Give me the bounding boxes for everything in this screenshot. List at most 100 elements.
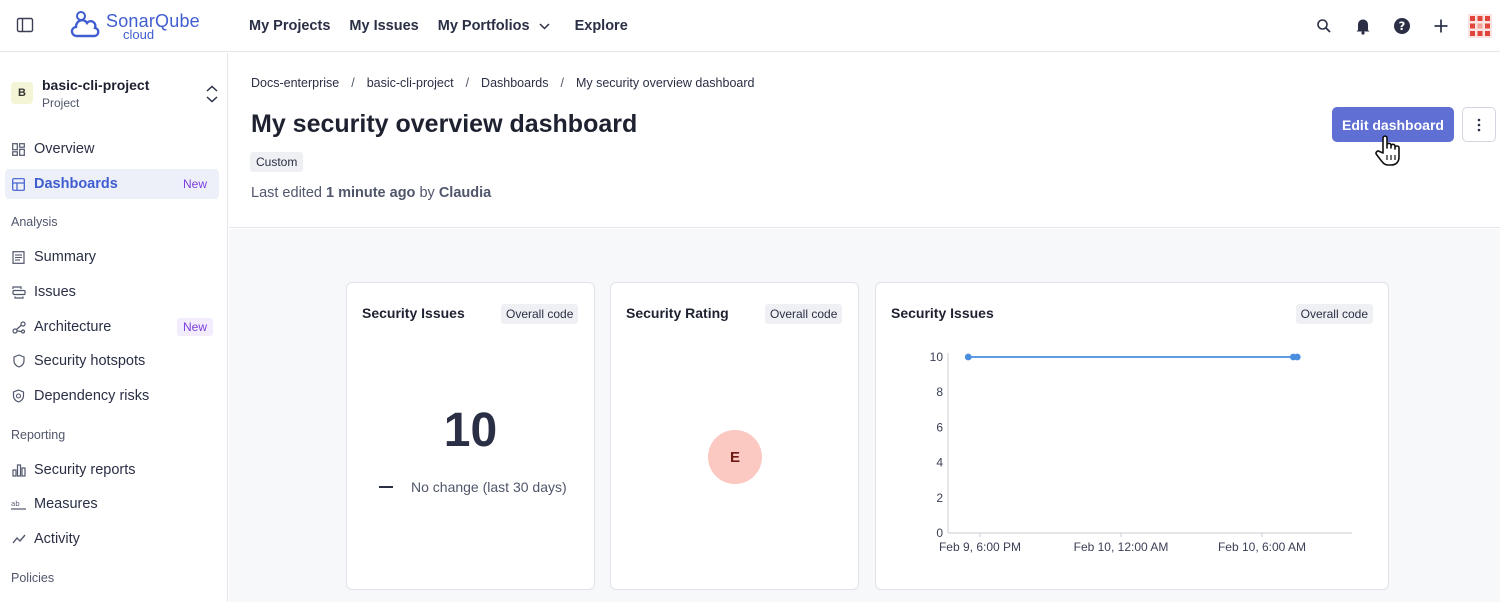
more-options-button[interactable] [1462,107,1496,142]
nav-explore[interactable]: Explore [575,18,628,34]
sidebar-item-label: Architecture [34,319,112,335]
sidebar-item-label: Measures [34,496,98,512]
hand-cursor-icon [1373,133,1405,169]
card-title: Security Issues [362,305,465,321]
sidebar-item-measures[interactable]: ab Measures [5,489,219,519]
card-title: Security Rating [626,305,729,321]
security-rating-badge: E [708,430,762,484]
architecture-icon [11,320,26,335]
sidebar-item-activity[interactable]: Activity [5,524,219,554]
y-tick-label: 8 [936,385,943,399]
section-analysis: Analysis [11,215,58,229]
sidebar-item-label: Overview [34,141,95,157]
x-tick-label: Feb 10, 12:00 AM [1074,540,1169,554]
project-switcher[interactable]: B basic-cli-project Project [11,75,221,115]
y-tick-label: 10 [930,350,944,364]
breadcrumb-dashboards[interactable]: Dashboards [481,76,548,90]
sidebar-toggle-icon[interactable] [16,16,34,34]
custom-tag: Custom [250,152,304,172]
breadcrumb-current: My security overview dashboard [575,76,755,90]
sidebar-item-label: Issues [34,284,76,300]
project-sidebar: B basic-cli-project Project Overview Das… [0,53,228,602]
page-title: My security overview dashboard [251,110,638,138]
breadcrumb-separator: / [560,76,564,90]
last-edited-info: Last edited 1 minute ago by Claudia [251,185,491,201]
chevron-down-icon [539,18,550,34]
project-avatar: B [11,82,33,104]
activity-icon [11,532,26,547]
x-tick-label: Feb 9, 6:00 PM [939,540,1021,554]
dashboard-header: Docs-enterprise / basic-cli-project / Da… [229,53,1500,228]
chevron-up-down-icon[interactable] [203,83,221,105]
svg-text:?: ? [1399,19,1406,33]
security-issues-line-chart: 0 2 4 6 8 10 Feb 9, 6:00 PM Feb 10, 12:00 AM Feb… [930,350,1352,554]
search-icon[interactable] [1312,14,1336,38]
security-issues-trend-card[interactable]: Security Issues Overall code 0 2 4 6 8 10 Feb … [875,282,1389,590]
breadcrumb-project[interactable]: basic-cli-project [367,76,454,90]
last-edited-user: Claudia [438,185,492,201]
bell-icon[interactable] [1351,14,1375,38]
x-tick-label: Feb 10, 6:00 AM [1218,540,1306,554]
nav-my-projects[interactable]: My Projects [249,18,330,34]
y-tick-label: 0 [936,526,943,540]
last-edited-by: by [419,185,435,201]
bar-chart-icon [11,463,26,478]
breadcrumb-separator: / [351,76,355,90]
last-edited-time: 1 minute ago [325,185,416,201]
sidebar-item-label: Dependency risks [34,388,150,404]
summary-icon [11,250,26,265]
shield-icon [11,354,26,369]
dashboard-canvas: Security Issues Overall code 10 No chang… [229,229,1500,602]
sidebar-item-summary[interactable]: Summary [5,242,219,272]
svg-text:ab: ab [11,500,20,508]
sidebar-item-label: Activity [34,531,80,547]
sidebar-item-security-hotspots[interactable]: Security hotspots [5,346,219,376]
sidebar-item-security-reports[interactable]: Security reports [5,455,219,485]
sidebar-item-label: Security reports [34,462,136,478]
issues-icon [11,285,26,300]
new-badge: New [176,318,213,336]
card-scope-tag: Overall code [765,304,843,324]
user-avatar-icon[interactable] [1468,14,1492,38]
security-issues-card[interactable]: Security Issues Overall code 10 No chang… [346,282,595,590]
sidebar-item-overview[interactable]: Overview [5,134,219,164]
breadcrumb-separator: / [465,76,470,90]
help-icon[interactable]: ? [1390,14,1414,38]
sidebar-item-dependency-risks[interactable]: Dependency risks [5,381,219,411]
overview-icon [11,142,26,157]
change-text: No change (last 30 days) [411,479,567,495]
y-tick-label: 2 [936,491,943,505]
sidebar-item-dashboards[interactable]: Dashboards New [5,169,219,199]
sonarqube-logo[interactable]: SonarQube cloud [68,9,200,43]
project-name: basic-cli-project [42,77,150,93]
y-tick-label: 6 [936,420,943,434]
breadcrumb-organization[interactable]: Docs-enterprise [251,76,339,90]
dashboard-icon [11,177,26,192]
sidebar-item-label: Security hotspots [34,353,146,369]
change-indicator: No change (last 30 days) [379,479,567,495]
dependency-icon [11,389,26,404]
nav-my-portfolios[interactable]: My Portfolios [438,18,550,34]
top-navigation: SonarQube cloud My Projects My Issues My… [0,0,1500,52]
dash-icon [379,486,393,488]
data-point [964,353,972,361]
y-tick-label: 4 [936,456,943,470]
sidebar-item-architecture[interactable]: Architecture New [5,312,219,342]
section-reporting: Reporting [11,428,66,442]
new-badge: New [182,177,207,191]
security-rating-card[interactable]: Security Rating Overall code E [610,282,859,590]
sidebar-item-issues[interactable]: Issues [5,277,219,307]
issues-count: 10 [443,404,498,457]
sidebar-item-label: Summary [34,249,97,265]
project-type: Project [42,96,80,110]
nav-my-issues[interactable]: My Issues [349,18,418,34]
data-point [1293,353,1301,361]
section-policies: Policies [11,571,55,585]
cloud-logo-icon [70,11,100,38]
last-edited-prefix: Last edited [251,185,322,201]
sidebar-item-label: Dashboards [34,176,118,192]
card-scope-tag: Overall code [501,304,579,324]
plus-icon[interactable] [1429,14,1453,38]
breadcrumb: Docs-enterprise / basic-cli-project / Da… [251,76,754,90]
kebab-menu-icon [1477,118,1481,131]
